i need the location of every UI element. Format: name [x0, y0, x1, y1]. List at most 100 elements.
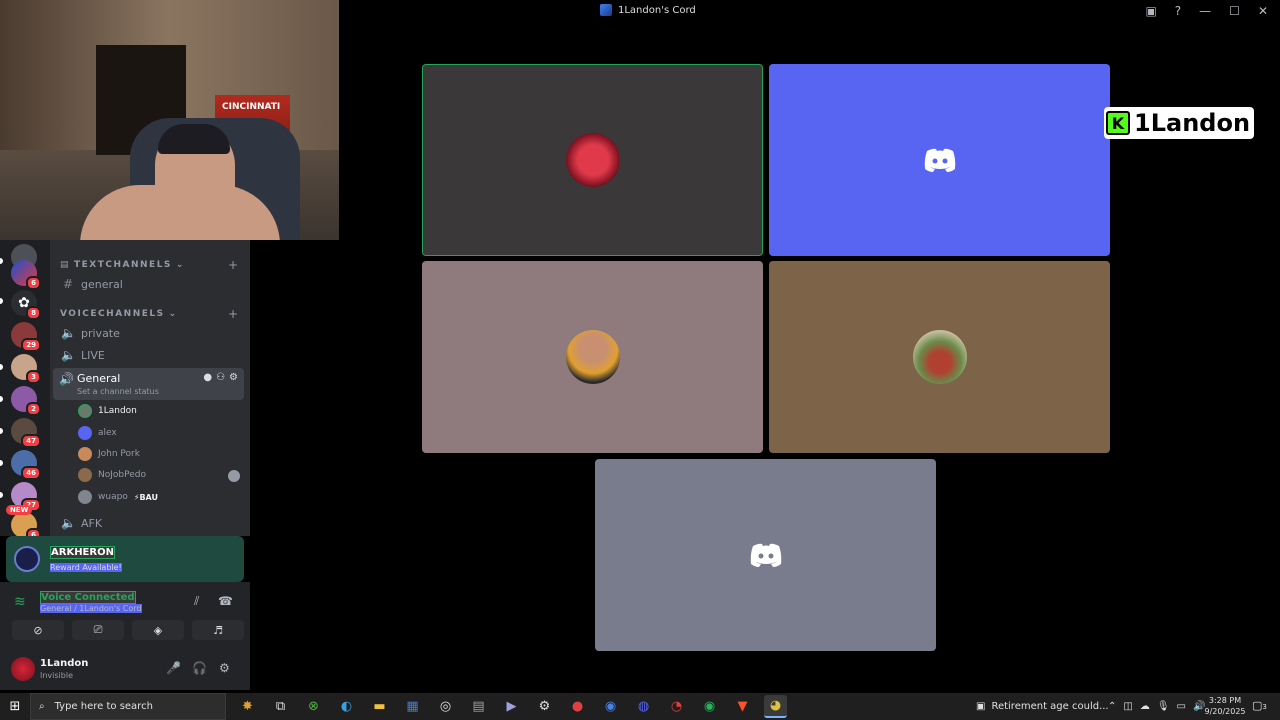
promo-title: ARKHERON	[50, 546, 115, 559]
soundboard-button[interactable]: ♬	[192, 620, 244, 640]
help-icon[interactable]: ?	[1175, 4, 1181, 18]
maximize-button[interactable]: ☐	[1229, 4, 1240, 18]
server-item[interactable]: 6	[11, 512, 41, 542]
channel-live[interactable]: 🔈 LIVE	[58, 345, 242, 365]
category-text-channels[interactable]: ▤ TEXTCHANNELS ⌄	[60, 260, 185, 270]
add-channel-button[interactable]: +	[228, 307, 238, 321]
avatar	[78, 490, 92, 504]
video-tile-alex[interactable]	[769, 64, 1110, 256]
app-icon[interactable]: ●	[566, 695, 589, 718]
category-label: TEXTCHANNELS	[74, 260, 172, 270]
task-view-icon[interactable]: ⧉	[269, 695, 292, 718]
news-widget[interactable]: ▣ Retirement age could...	[976, 693, 1109, 720]
settings-icon[interactable]: ⚙	[533, 695, 556, 718]
disconnect-icon[interactable]: ☎	[218, 594, 233, 608]
screen-share-button[interactable]: ⎚	[72, 620, 124, 640]
store-icon[interactable]: ▦	[401, 695, 424, 718]
channel-label: General	[77, 372, 121, 385]
server-icon	[600, 4, 612, 16]
spotify-icon[interactable]: ◉	[698, 695, 721, 718]
gear-icon[interactable]: ⚙	[229, 372, 238, 383]
server-item[interactable]: 6	[11, 260, 41, 290]
file-explorer-icon[interactable]: ▬	[368, 695, 391, 718]
server-item[interactable]: 29	[11, 322, 41, 352]
edge-icon[interactable]: ◐	[335, 695, 358, 718]
windows-start-icon[interactable]: ⊞	[0, 693, 30, 720]
server-item[interactable]: 2	[11, 386, 41, 416]
category-voice-channels[interactable]: VOICECHANNELS ⌄	[60, 309, 178, 319]
channel-private[interactable]: 🔈 private	[58, 323, 242, 343]
voice-user-name: wuapo	[98, 492, 128, 502]
signal-icon[interactable]: ≋	[14, 594, 32, 612]
hash-icon: #	[62, 277, 74, 291]
app-icon[interactable]: ◉	[599, 695, 622, 718]
taskbar-clock[interactable]: 3:28 PM 9/20/2025	[1200, 695, 1250, 717]
cloud-icon[interactable]: ☁	[1140, 701, 1150, 712]
add-channel-button[interactable]: +	[228, 258, 238, 272]
text-channel-icon: ▤	[60, 260, 71, 270]
camera-off-button[interactable]: ⊘	[12, 620, 64, 640]
channel-general-voice[interactable]: 🔊 General Set a channel status ● ⚇ ⚙	[53, 368, 244, 400]
server-item[interactable]: 3	[11, 354, 41, 384]
channel-general-text[interactable]: # general	[58, 274, 242, 294]
voice-location[interactable]: General / 1Landon's Cord	[40, 604, 142, 613]
mention-badge: 46	[21, 466, 41, 480]
media-player-icon[interactable]: ▶	[500, 695, 523, 718]
notification-center-icon[interactable]: ▢3	[1252, 699, 1267, 712]
microphone-tray-icon[interactable]: 🎙	[1157, 701, 1170, 712]
unread-pip	[0, 364, 3, 370]
widgets-icon[interactable]: ✸	[236, 695, 259, 718]
channel-afk[interactable]: 🔈 AFK	[58, 513, 242, 533]
title-bar-controls: ▣ ? — ☐ ✕	[1145, 0, 1280, 22]
promo-subtitle: Reward Available!	[50, 563, 122, 572]
brave-icon[interactable]: ▼	[731, 695, 754, 718]
taskbar-search[interactable]: ⌕ Type here to search	[30, 693, 226, 720]
tray-app-icon[interactable]: ◫	[1123, 701, 1132, 712]
minimize-button[interactable]: —	[1199, 4, 1211, 18]
channel-label: private	[81, 326, 120, 340]
avatar[interactable]	[11, 657, 35, 681]
server-item[interactable]: ✿ 8	[11, 290, 41, 320]
search-icon: ⌕	[39, 701, 45, 712]
headphones-icon[interactable]: 🎧	[192, 661, 207, 675]
discord-taskbar-icon[interactable]: ◍	[632, 695, 655, 718]
chat-icon[interactable]: ●	[203, 372, 212, 383]
inbox-icon[interactable]: ▣	[1145, 4, 1156, 18]
unread-pip	[0, 492, 3, 498]
xbox-app-icon[interactable]: ⊗	[302, 695, 325, 718]
gear-icon[interactable]: ⚙	[219, 661, 230, 675]
steam-icon[interactable]: ◎	[434, 695, 457, 718]
discord-logo-icon	[924, 148, 955, 172]
windows-taskbar: ⊞ ⌕ Type here to search ✸ ⧉ ⊗ ◐ ▬ ▦ ◎ ▤ …	[0, 693, 1280, 720]
voice-user[interactable]: 1Landon	[78, 402, 137, 420]
chrome-icon[interactable]: ◕	[764, 695, 787, 718]
server-item[interactable]: 47	[11, 418, 41, 448]
calculator-icon[interactable]: ▤	[467, 695, 490, 718]
channel-label: general	[81, 277, 123, 291]
mention-badge: 2	[26, 402, 41, 416]
voice-user[interactable]: John Pork	[78, 445, 140, 463]
server-item[interactable]: 46	[11, 450, 41, 480]
channel-status[interactable]: Set a channel status	[77, 387, 159, 396]
notification-count: 3	[1262, 703, 1267, 711]
voice-user[interactable]: wuapo ⚡BAU	[78, 488, 158, 506]
noise-suppression-icon[interactable]: ⫽	[194, 594, 199, 609]
reward-promo[interactable]: ARKHERON Reward Available!	[6, 536, 244, 582]
voice-status[interactable]: Voice Connected	[40, 591, 136, 604]
invite-icon[interactable]: ⚇	[216, 372, 225, 383]
user-name[interactable]: 1Landon	[40, 658, 88, 669]
microphone-icon[interactable]: 🎤	[166, 661, 181, 675]
voice-user[interactable]: alex	[78, 424, 117, 442]
video-tile-nojobpedo[interactable]	[769, 261, 1110, 453]
channel-label: AFK	[81, 516, 103, 530]
activities-button[interactable]: ◈	[132, 620, 184, 640]
close-button[interactable]: ✕	[1258, 4, 1268, 18]
network-icon[interactable]: ▭	[1177, 701, 1186, 712]
app-icon[interactable]: ◔	[665, 695, 688, 718]
video-tile-1landon[interactable]	[422, 64, 763, 256]
video-tile-john-pork[interactable]	[422, 261, 763, 453]
chevron-up-icon[interactable]: ⌃	[1108, 701, 1116, 712]
video-tile-wuapo[interactable]	[595, 459, 936, 651]
voice-user[interactable]: NoJobPedo	[78, 466, 146, 484]
avatar	[912, 330, 967, 384]
